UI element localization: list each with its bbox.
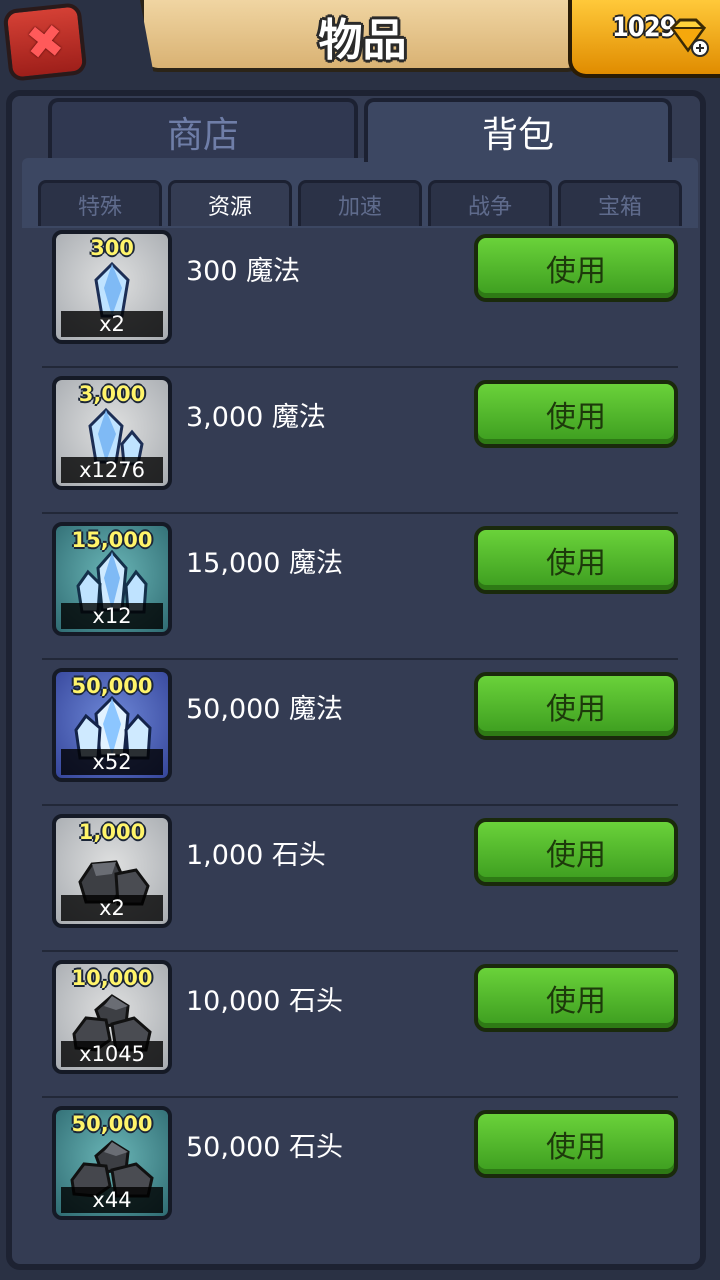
tab-backpack[interactable]: 背包	[364, 98, 672, 162]
item-amount: 10,000	[71, 966, 153, 990]
use-button-label: 使用	[546, 692, 606, 727]
page-title: 物品	[318, 15, 407, 66]
item-thumbnail: 300 x2	[52, 230, 172, 344]
item-name: 50,000 石头	[186, 1132, 344, 1163]
subtab-chest-label: 宝箱	[597, 194, 642, 220]
item-amount: 50,000	[71, 674, 153, 698]
use-button[interactable]: 使用	[474, 380, 678, 448]
use-button[interactable]: 使用	[474, 234, 678, 302]
subtab-speedup-label: 加速	[337, 194, 382, 220]
item-quantity: x1045	[61, 1041, 163, 1067]
list-item: 10,000 x1045 10,000 石头 使用	[38, 952, 682, 1098]
use-button-label: 使用	[546, 254, 606, 289]
item-quantity: x12	[61, 603, 163, 629]
subtab-special[interactable]: 特殊	[38, 180, 162, 226]
tab-shop[interactable]: 商店	[48, 98, 358, 162]
use-button-label: 使用	[546, 838, 606, 873]
use-button-label: 使用	[546, 546, 606, 581]
item-quantity: x1276	[61, 457, 163, 483]
use-button[interactable]: 使用	[474, 818, 678, 886]
item-thumbnail: 10,000 x1045	[52, 960, 172, 1074]
close-icon: ✖	[23, 13, 67, 71]
use-button-label: 使用	[546, 400, 606, 435]
subtab-chest[interactable]: 宝箱	[558, 180, 682, 226]
gem-icon	[670, 18, 709, 57]
close-button[interactable]: ✖	[2, 2, 88, 82]
item-amount: 50,000	[71, 1112, 153, 1136]
item-thumbnail: 3,000 x1276	[52, 376, 172, 490]
tab-backpack-label: 背包	[481, 115, 554, 156]
subtab-war-label: 战争	[467, 194, 512, 220]
tab-shop-label: 商店	[166, 115, 239, 156]
item-quantity: x52	[61, 749, 163, 775]
list-item: 50,000 x44 50,000 石头 使用	[38, 1098, 682, 1220]
item-list[interactable]: 300 x2 300 魔法 使用 3,000 x1276 3,000 魔法 使用	[38, 226, 682, 1220]
list-item: 3,000 x1276 3,000 魔法 使用	[38, 368, 682, 514]
use-button[interactable]: 使用	[474, 526, 678, 594]
use-button-label: 使用	[546, 984, 606, 1019]
subtab-resources[interactable]: 资源	[168, 180, 292, 226]
use-button-label: 使用	[546, 1130, 606, 1165]
item-name: 50,000 魔法	[186, 694, 344, 725]
item-quantity: x2	[61, 895, 163, 921]
list-item: 50,000 x52 50,000 魔法 使用	[38, 660, 682, 806]
item-name: 300 魔法	[186, 256, 301, 287]
item-quantity: x2	[61, 311, 163, 337]
item-amount: 3,000	[78, 382, 146, 406]
item-name: 10,000 石头	[186, 986, 344, 1017]
item-amount: 1,000	[78, 820, 146, 844]
use-button[interactable]: 使用	[474, 672, 678, 740]
use-button[interactable]: 使用	[474, 1110, 678, 1178]
item-amount: 15,000	[71, 528, 153, 552]
list-item: 300 x2 300 魔法 使用	[38, 226, 682, 368]
list-item: 15,000 x12 15,000 魔法 使用	[38, 514, 682, 660]
item-thumbnail: 50,000 x52	[52, 668, 172, 782]
use-button[interactable]: 使用	[474, 964, 678, 1032]
item-thumbnail: 15,000 x12	[52, 522, 172, 636]
item-name: 15,000 魔法	[186, 548, 344, 579]
item-name: 1,000 石头	[186, 840, 326, 871]
item-amount: 300	[90, 236, 134, 260]
item-thumbnail: 1,000 x2	[52, 814, 172, 928]
subtab-speedup[interactable]: 加速	[298, 180, 422, 226]
item-thumbnail: 50,000 x44	[52, 1106, 172, 1220]
subtab-resources-label: 资源	[207, 194, 252, 220]
item-quantity: x44	[61, 1187, 163, 1213]
item-name: 3,000 魔法	[186, 402, 326, 433]
subtab-war[interactable]: 战争	[428, 180, 552, 226]
list-item: 1,000 x2 1,000 石头 使用	[38, 806, 682, 952]
subtab-special-label: 特殊	[77, 194, 122, 220]
